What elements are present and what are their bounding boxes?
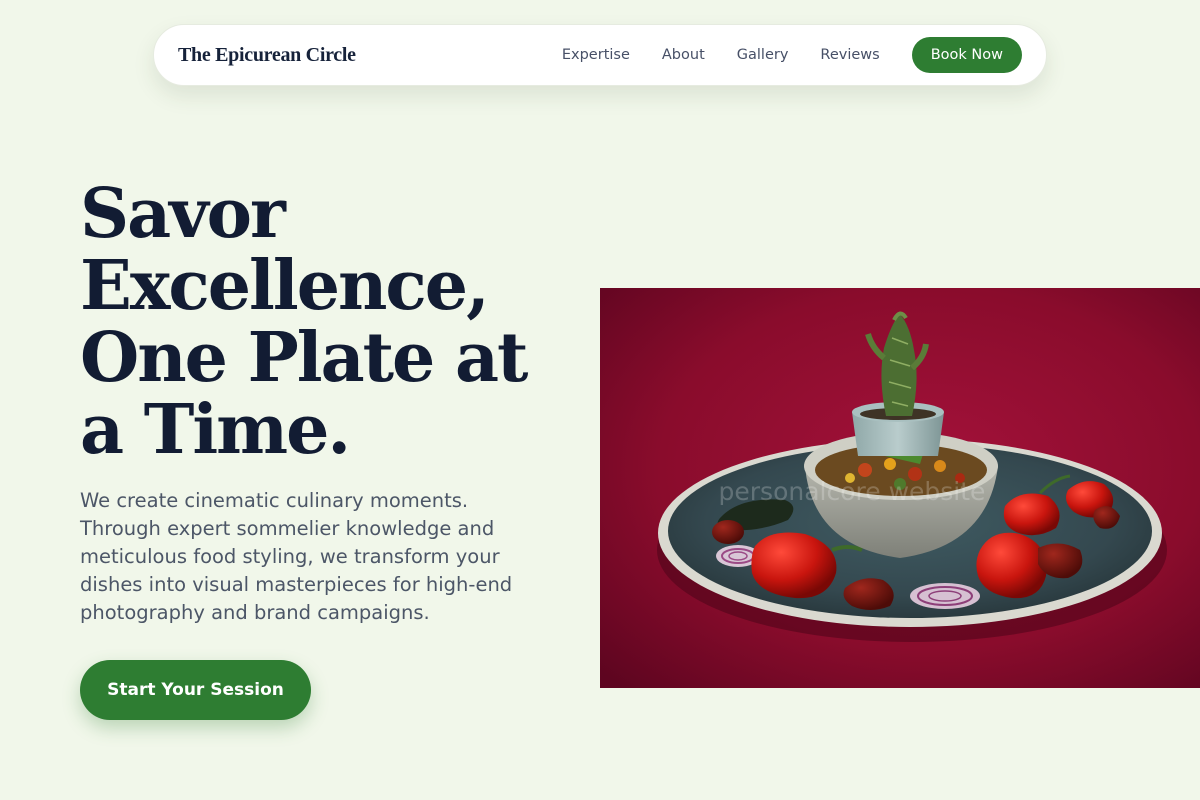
nav-link-expertise[interactable]: Expertise [562,47,630,63]
hero-title: Savor Excellence, One Plate at a Time. [80,174,528,470]
brand-logo[interactable]: The Epicurean Circle [178,44,356,67]
book-now-button[interactable]: Book Now [911,37,1022,73]
top-navbar: The Epicurean Circle Expertise About Gal… [153,24,1047,86]
nav-link-reviews[interactable]: Reviews [820,47,879,63]
nav-link-gallery[interactable]: Gallery [737,47,789,63]
nav-links: Expertise About Gallery Reviews [562,47,880,63]
hero-description: We create cinematic culinary moments. Th… [80,489,513,624]
start-session-button[interactable]: Start Your Session [80,660,311,720]
nav-link-about[interactable]: About [662,47,705,63]
photo-watermark: personalcore website [719,477,986,506]
hero-food-photo: personalcore website [600,288,1200,688]
